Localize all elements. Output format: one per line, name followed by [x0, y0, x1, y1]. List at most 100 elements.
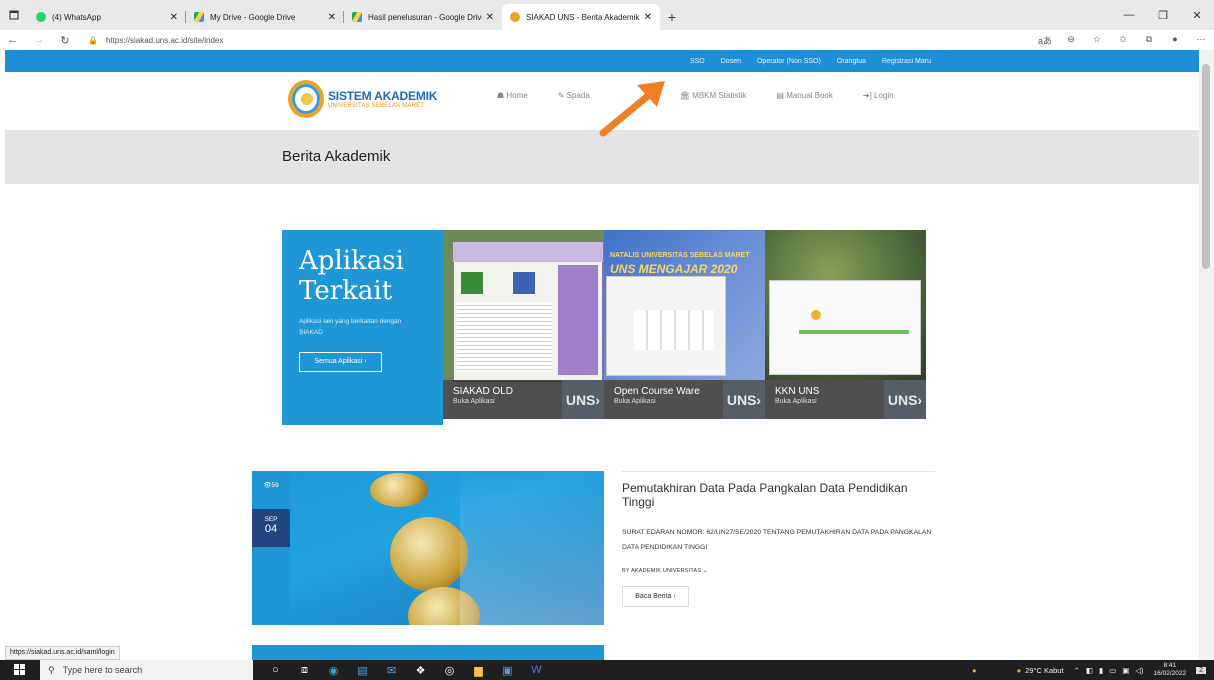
app-card-footer: SIAKAD OLD Buka Aplikasi UNS› — [443, 380, 604, 419]
notification-icon[interactable]: 2 — [1196, 666, 1206, 674]
close-tab-icon[interactable]: ✕ — [486, 12, 494, 23]
url-text: https://siakad.uns.ac.id/site/index — [105, 35, 224, 45]
top-link-bar: SSO Dosen Operator (Non SSO) Orangtua Re… — [5, 50, 1199, 72]
dosen-link[interactable]: Dosen — [721, 58, 741, 65]
taskbar-apps: ○ ⧈ ◉ ▤ ✉ ❖ ◎ ▆ ▣ W — [261, 660, 551, 680]
nav-spada[interactable]: ✎ Spada — [558, 91, 590, 100]
tab-title: SIAKAD UNS - Berita Akademik — [526, 12, 640, 22]
page-scrollbar[interactable] — [1199, 50, 1214, 660]
weather-widget[interactable]: ● 29°C Kabut — [1017, 666, 1064, 675]
browser-tab-my-drive[interactable]: My Drive - Google Drive ✕ — [186, 4, 344, 30]
arrow-annotation-icon — [599, 81, 665, 137]
tray-app-icon[interactable]: ◧ — [1086, 666, 1093, 675]
lock-icon[interactable]: 🔒 — [88, 36, 98, 45]
news-excerpt: SURAT EDARAN NOMOR: 62/UN27/SE/2020 TENT… — [622, 529, 932, 551]
all-apps-button[interactable]: Semua Aplikasi › — [299, 352, 382, 372]
browser-tab-whatsapp[interactable]: (4) WhatsApp ✕ — [28, 4, 186, 30]
banner-big-text: UNS MENGAJAR 2020 — [610, 262, 738, 276]
news-item-next — [252, 645, 936, 660]
nav-login[interactable]: ➜] Login — [863, 91, 894, 100]
volume-icon[interactable]: ◁) — [1135, 666, 1143, 675]
browser-tab-drive-search[interactable]: Hasil penelusuran - Google Drive ✕ — [344, 4, 502, 30]
more-icon[interactable]: ⋯ — [1188, 34, 1214, 47]
logo-subtitle: UNIVERSITAS SEBELAS MARET — [328, 103, 425, 109]
file-manager-icon[interactable]: ▤ — [348, 660, 377, 680]
file-explorer-icon[interactable]: ▆ — [464, 660, 493, 680]
taskbar-search[interactable]: ⚲ Type here to search — [40, 660, 253, 680]
dropbox-icon[interactable]: ❖ — [406, 660, 435, 680]
profile-avatar[interactable]: ● — [1162, 34, 1188, 47]
task-view-icon[interactable]: ⧈ — [290, 660, 319, 680]
close-tab-icon[interactable]: ✕ — [328, 12, 336, 23]
zoom-icon[interactable]: ⊖ — [1058, 34, 1084, 47]
news-image[interactable] — [290, 471, 604, 625]
browser-tab-strip: (4) WhatsApp ✕ My Drive - Google Drive ✕… — [0, 0, 1214, 30]
microphone-icon[interactable]: ▮ — [1099, 666, 1103, 675]
news-date: SEP 04 — [252, 509, 290, 547]
url-field[interactable]: 🔒 https://siakad.uns.ac.id/site/index — [88, 36, 223, 45]
read-aloud-icon[interactable]: aあ — [1032, 34, 1058, 47]
nav-manual-book[interactable]: ▤ Manual Book — [776, 91, 832, 100]
browser-tab-siakad[interactable]: SIAKAD UNS - Berita Akademik ✕ — [502, 4, 660, 30]
keyboard-icon[interactable]: ▣ — [1122, 666, 1129, 675]
clock-time: 8:41 — [1163, 662, 1177, 669]
restore-icon[interactable]: ❐ — [1146, 9, 1180, 22]
banner-text: NATALIS UNIVERSITAS SEBELAS MARET — [610, 252, 750, 259]
uns-badge: UNS› — [884, 380, 926, 419]
scrollbar-thumb[interactable] — [1202, 64, 1210, 269]
view-count: 👁59 — [263, 482, 279, 489]
word-icon[interactable]: W — [522, 660, 551, 680]
browser-toolbar: aあ ⊖ ☆ ✩ ⧉ ● ⋯ — [1032, 34, 1214, 47]
back-icon[interactable]: ← — [0, 34, 26, 46]
mail-icon[interactable]: ✉ — [377, 660, 406, 680]
app-card-siakad-old[interactable]: SIAKAD OLD Buka Aplikasi UNS› — [443, 230, 604, 419]
close-window-icon[interactable]: ✕ — [1180, 9, 1214, 22]
chrome-icon[interactable]: ◎ — [435, 660, 464, 680]
taskbar-clock[interactable]: 8:41 16/02/2022 — [1154, 662, 1187, 678]
operator-link[interactable]: Operator (Non SSO) — [757, 58, 821, 65]
cortana-icon[interactable]: ○ — [261, 660, 290, 680]
favorites-icon[interactable]: ✩ — [1110, 34, 1136, 47]
help-icon[interactable]: ● — [972, 666, 977, 675]
uns-badge: UNS› — [723, 380, 765, 419]
app-card-footer: Open Course Ware Buka Aplikasi UNS› — [604, 380, 765, 419]
nav-mbkm[interactable]: 🏛 MBKM Statistik — [680, 91, 747, 100]
forward-icon[interactable]: → — [26, 34, 52, 46]
collections-icon[interactable]: ⧉ — [1136, 34, 1162, 47]
app-card-open-course-ware[interactable]: NATALIS UNIVERSITAS SEBELAS MARET UNS ME… — [604, 230, 765, 419]
tab-title: Hasil penelusuran - Google Drive — [368, 12, 482, 22]
edge-icon[interactable]: ◉ — [319, 660, 348, 680]
minimize-icon[interactable]: — — [1112, 9, 1146, 21]
close-tab-icon[interactable]: ✕ — [170, 12, 178, 23]
news-meta-strip — [252, 471, 290, 625]
news-image[interactable] — [290, 645, 604, 660]
status-url-tooltip: https://siakad.uns.ac.id/saml/login — [5, 646, 120, 660]
app-card-kkn-uns[interactable]: KKN UNS Buka Aplikasi UNS› — [765, 230, 926, 419]
google-drive-icon — [352, 12, 362, 22]
news-title[interactable]: Pemutakhiran Data Pada Pangkalan Data Pe… — [622, 481, 935, 509]
nav-home[interactable]: ☗ Home — [497, 91, 528, 100]
sso-link[interactable]: SSO — [690, 58, 705, 65]
tray-overflow-icon[interactable]: ⌃ — [1074, 666, 1080, 675]
network-icon[interactable]: ▭ — [1109, 666, 1116, 675]
logo-title: SISTEM AKADEMIK — [328, 89, 438, 103]
registrasi-link[interactable]: Registrasi Maru — [882, 58, 931, 65]
apps-heading-line1: Aplikasi — [299, 246, 404, 276]
orangtua-link[interactable]: Orangtua — [837, 58, 866, 65]
read-more-button[interactable]: Baca Berita › — [622, 586, 689, 607]
add-favorite-icon[interactable]: ☆ — [1084, 34, 1110, 47]
app-screenshot — [765, 230, 926, 380]
tab-title: My Drive - Google Drive — [210, 12, 296, 22]
news-month: SEP — [264, 516, 278, 523]
uns-badge: UNS› — [562, 380, 604, 419]
refresh-icon[interactable]: ↻ — [52, 34, 78, 47]
site-logo[interactable]: SISTEM AKADEMIK UNIVERSITAS SEBELAS MARE… — [288, 80, 437, 118]
clock-date: 16/02/2022 — [1153, 670, 1187, 677]
new-tab-button[interactable]: + — [660, 4, 684, 30]
windows-start-icon[interactable] — [0, 664, 40, 676]
news-content: Pemutakhiran Data Pada Pangkalan Data Pe… — [622, 471, 935, 607]
tab-actions-icon[interactable] — [0, 0, 28, 30]
store-icon[interactable]: ▣ — [493, 660, 522, 680]
logo-emblem-icon — [288, 80, 324, 118]
close-tab-icon[interactable]: ✕ — [644, 12, 652, 23]
